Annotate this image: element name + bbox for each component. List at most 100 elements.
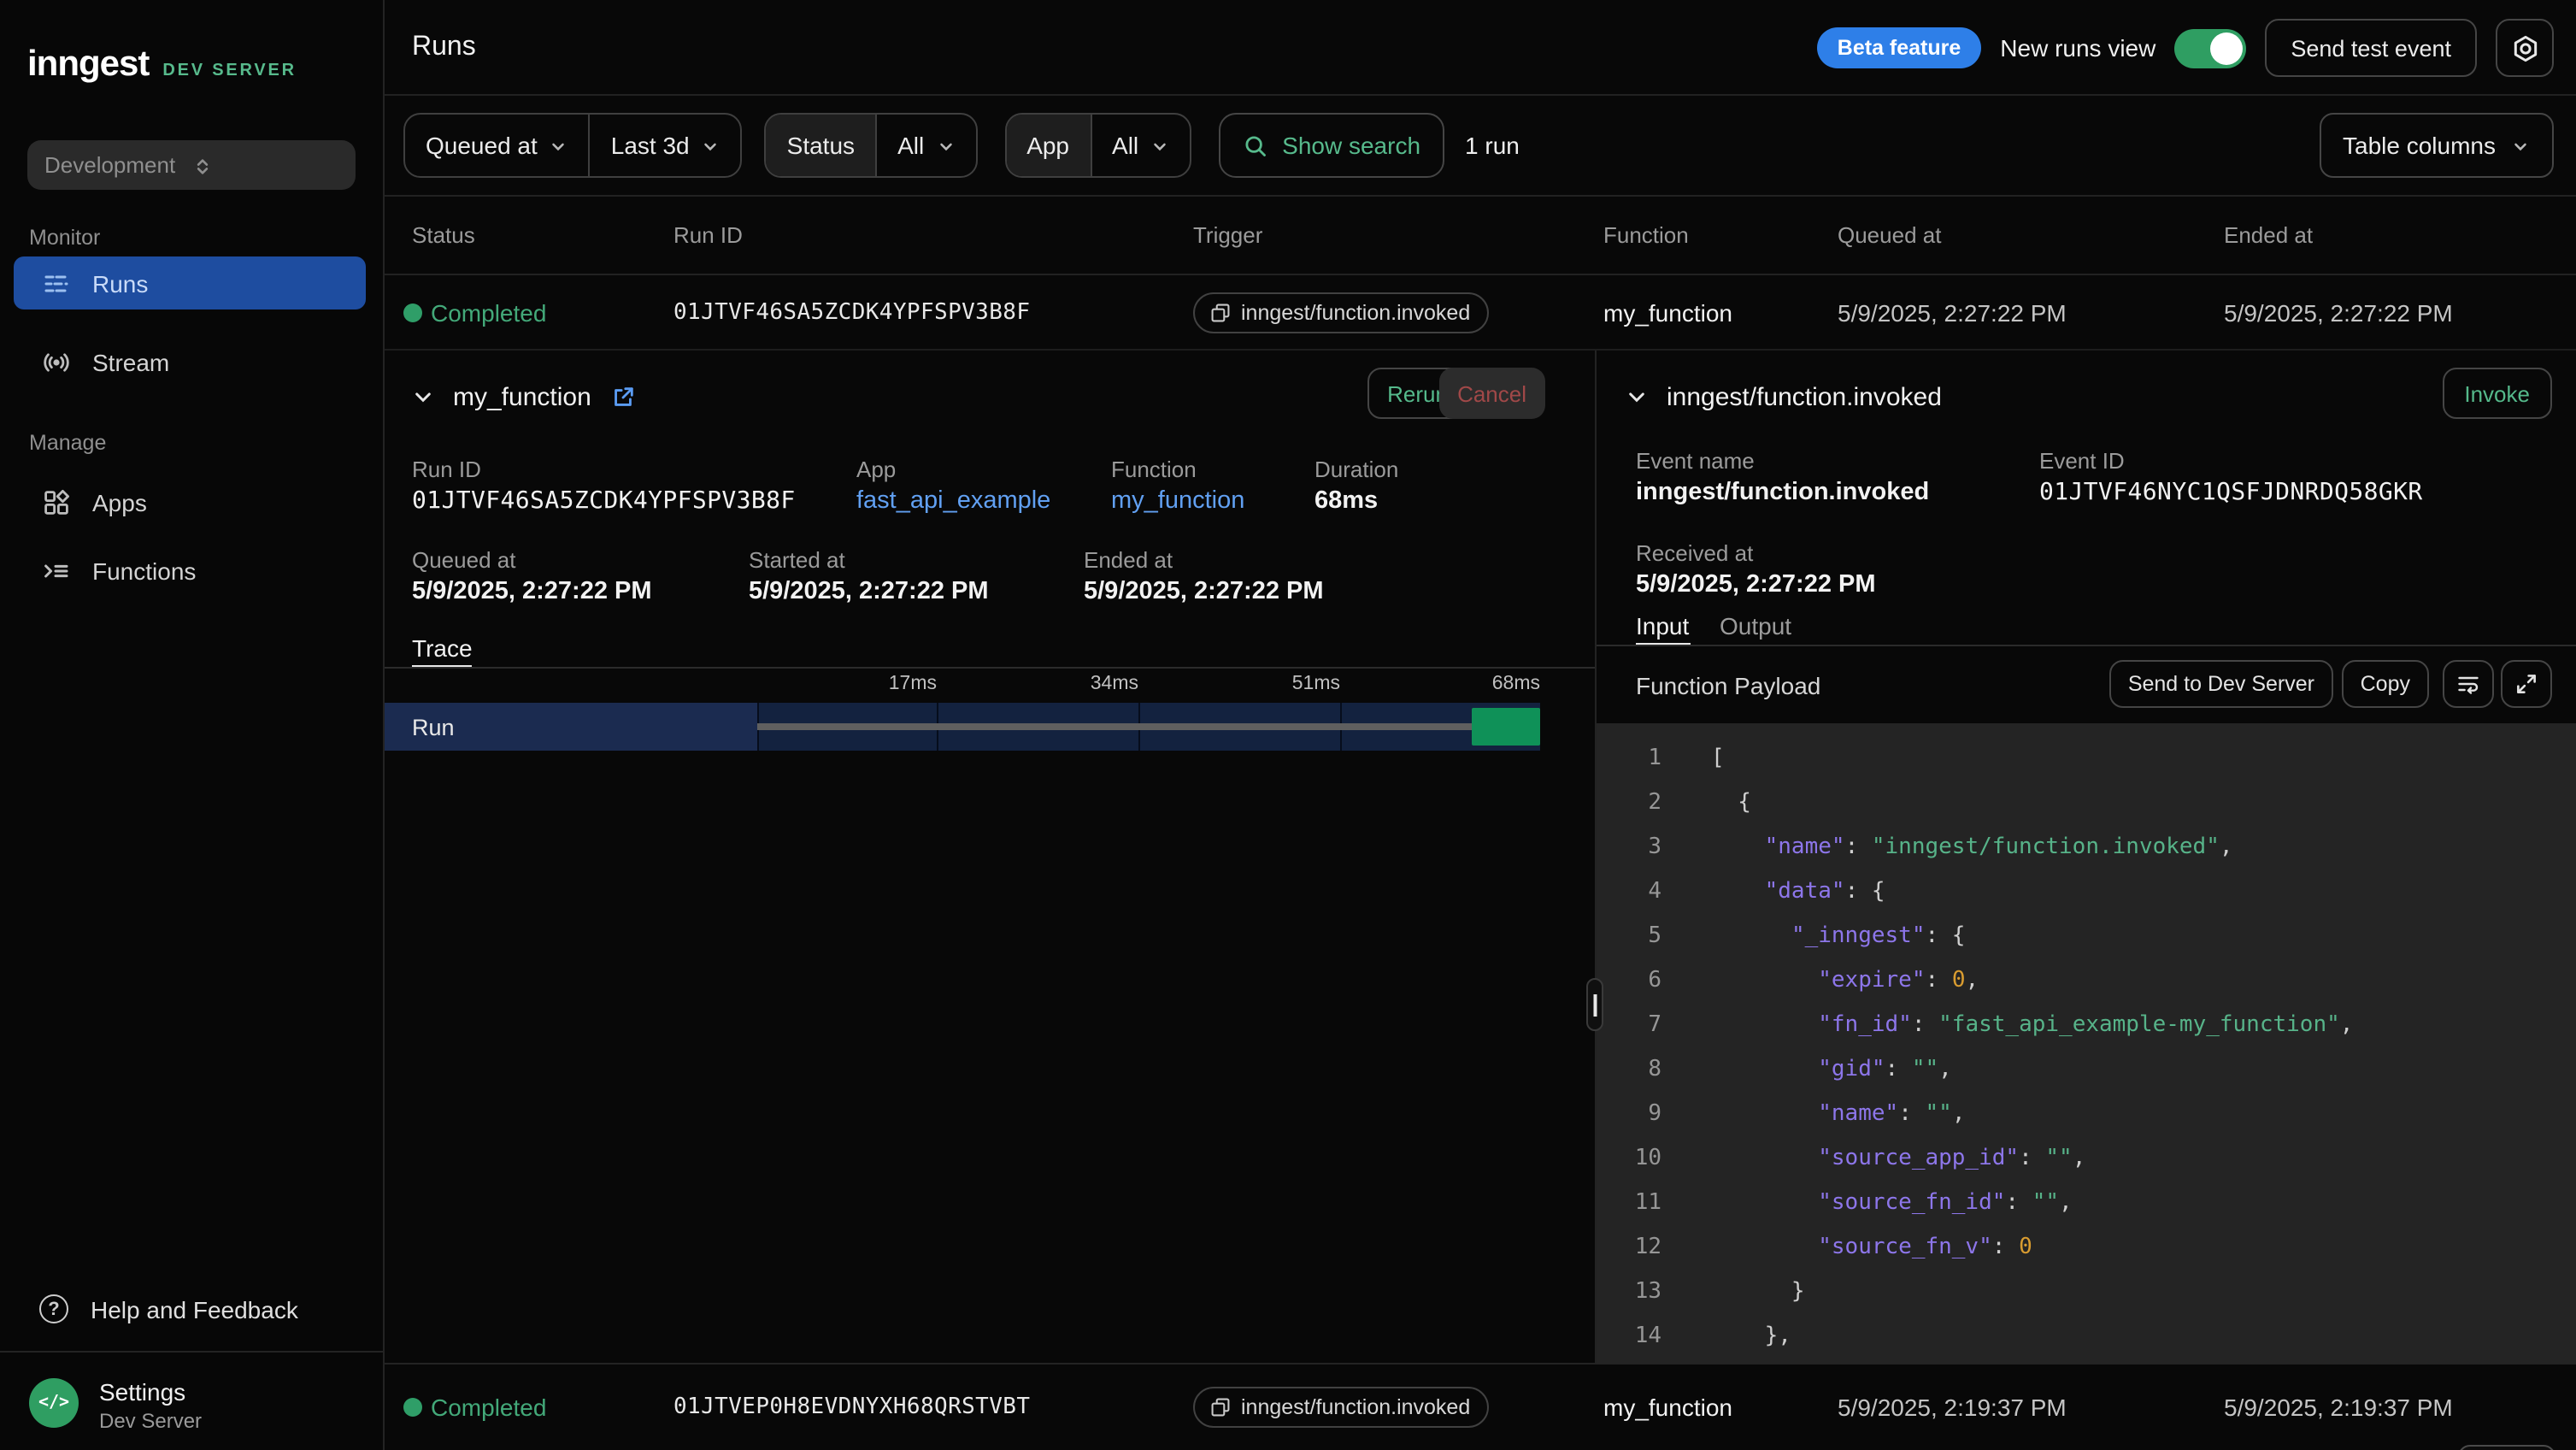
settings-subtitle: Dev Server	[99, 1409, 202, 1433]
column-header-function: Function	[1603, 222, 1689, 248]
monitor-section-label: Monitor	[29, 226, 100, 250]
table-row[interactable]: Completed 01JTVF46SA5ZCDK4YPFSPV3B8F inn…	[385, 275, 2576, 351]
manage-section-label: Manage	[29, 431, 106, 455]
table-columns-button[interactable]: Table columns	[2319, 113, 2554, 178]
function-label: Function	[1111, 457, 1197, 482]
collapse-chevron-icon[interactable]	[1626, 386, 1648, 409]
inngest-dev-server-app: inngest DEV SERVER Development Monitor R…	[0, 0, 2576, 1450]
sidebar-item-functions[interactable]: Functions	[14, 544, 366, 597]
trace-tabbar-divider	[385, 667, 1595, 669]
stream-icon	[43, 348, 70, 375]
received-at-label: Received at	[1636, 540, 1753, 566]
search-icon	[1243, 133, 1268, 158]
updown-chevron-icon	[191, 156, 338, 174]
logo: inngest DEV SERVER	[27, 44, 297, 85]
duration-label: Duration	[1314, 457, 1398, 482]
send-to-dev-server-button[interactable]: Send to Dev Server	[2109, 660, 2333, 708]
trace-wait-line	[757, 723, 1475, 730]
word-wrap-button[interactable]	[2443, 660, 2494, 708]
queued-at-cell: 5/9/2025, 2:27:22 PM	[1838, 298, 2067, 326]
send-test-event-button[interactable]: Send test event	[2265, 19, 2477, 77]
tab-input[interactable]: Input	[1636, 612, 1689, 640]
trace-tick: 51ms	[1234, 674, 1340, 694]
new-runs-view-label: New runs view	[2000, 34, 2155, 62]
column-header-trigger: Trigger	[1193, 222, 1262, 248]
invoke-button[interactable]: Invoke	[2442, 368, 2552, 419]
partial-button[interactable]	[2458, 1445, 2555, 1450]
cancel-button[interactable]: Cancel	[1438, 368, 1545, 419]
top-bar: Runs Beta feature New runs view Send tes…	[385, 0, 2576, 96]
ended-at-label: Ended at	[1084, 547, 1173, 573]
code-line: 13 }	[1597, 1270, 2576, 1315]
trace-run-label-cell: Run	[385, 703, 757, 751]
run-details-panel: my_function Rerun Cancel Run ID 01JTVF46…	[385, 351, 1595, 1363]
event-details-panel: inngest/function.invoked Invoke Event na…	[1597, 351, 2576, 1363]
trace-span-cell	[757, 703, 1540, 751]
event-type-icon	[1210, 1397, 1231, 1418]
queued-at-value: 5/9/2025, 2:27:22 PM	[412, 578, 652, 605]
word-wrap-icon	[2456, 672, 2480, 696]
status-filter-group: Status All	[765, 113, 978, 178]
environment-selector-value: Development	[44, 152, 191, 178]
run-id-cell: 01JTVF46SA5ZCDK4YPFSPV3B8F	[673, 299, 1030, 325]
gear-icon	[2510, 33, 2539, 62]
column-header-ended-at: Ended at	[2224, 222, 2313, 248]
beta-feature-badge: Beta feature	[1817, 27, 1982, 68]
apps-icon	[43, 488, 70, 516]
copy-button[interactable]: Copy	[2342, 660, 2429, 708]
trigger-pill: inngest/function.invoked	[1193, 1387, 1489, 1428]
filter-bar: Queued at Last 3d Status All App	[385, 96, 2576, 197]
chevron-down-icon	[936, 136, 955, 155]
event-name-value: inngest/function.invoked	[1636, 479, 1929, 506]
ended-at-value: 5/9/2025, 2:27:22 PM	[1084, 578, 1324, 605]
function-cell: my_function	[1603, 298, 1732, 326]
function-link[interactable]: my_function	[1111, 487, 1244, 515]
settings-gear-button[interactable]	[2496, 19, 2554, 77]
settings-entry[interactable]: </> Settings Dev Server	[29, 1378, 202, 1433]
tab-trace[interactable]: Trace	[412, 634, 473, 662]
app-filter-value[interactable]: All	[1090, 115, 1190, 176]
environment-selector[interactable]: Development	[27, 140, 356, 190]
started-at-value: 5/9/2025, 2:27:22 PM	[749, 578, 989, 605]
started-at-label: Started at	[749, 547, 845, 573]
app-filter-group: App All	[1004, 113, 1191, 178]
help-and-feedback[interactable]: ? Help and Feedback	[14, 1286, 366, 1332]
chevron-down-icon	[702, 136, 720, 155]
functions-icon	[43, 557, 70, 584]
table-row[interactable]: Completed 01JTVEP0H8EVDNYXH68QRSTVBT inn…	[385, 1363, 2576, 1450]
time-filter-group: Queued at Last 3d	[403, 113, 743, 178]
expand-button[interactable]	[2501, 660, 2552, 708]
runs-table-header: Status Run ID Trigger Function Queued at…	[385, 197, 2576, 275]
sidebar-item-stream[interactable]: Stream	[14, 335, 366, 388]
help-icon: ?	[39, 1294, 68, 1323]
sidebar-item-apps[interactable]: Apps	[14, 475, 366, 528]
function-cell: my_function	[1603, 1394, 1732, 1421]
time-range-filter[interactable]: Last 3d	[589, 115, 741, 176]
app-link[interactable]: fast_api_example	[856, 487, 1050, 515]
pane-resize-handle[interactable]	[1586, 978, 1603, 1031]
trace-run-row[interactable]: Run	[385, 703, 1540, 751]
tab-output[interactable]: Output	[1720, 612, 1791, 640]
sidebar: inngest DEV SERVER Development Monitor R…	[0, 0, 385, 1450]
sidebar-divider	[0, 1351, 385, 1353]
collapse-chevron-icon[interactable]	[412, 386, 434, 409]
expand-icon	[2514, 672, 2538, 696]
column-header-run-id: Run ID	[673, 222, 743, 248]
payload-code: 1[2 {3 "name": "inngest/function.invoked…	[1597, 723, 2576, 1363]
run-count: 1 run	[1465, 132, 1520, 159]
chevron-down-icon	[550, 136, 568, 155]
sidebar-item-label: Apps	[92, 488, 147, 516]
sidebar-item-runs[interactable]: Runs	[14, 256, 366, 309]
code-line: 6 "expire": 0,	[1597, 959, 2576, 1004]
run-id-cell: 01JTVEP0H8EVDNYXH68QRSTVBT	[673, 1394, 1030, 1420]
run-id-value: 01JTVF46SA5ZCDK4YPFSPV3B8F	[412, 487, 796, 515]
status-filter-value[interactable]: All	[875, 115, 975, 176]
new-runs-view-toggle[interactable]	[2174, 28, 2246, 68]
sidebar-item-label: Stream	[92, 348, 169, 375]
queued-at-filter[interactable]: Queued at	[405, 115, 589, 176]
event-type-icon	[1210, 302, 1231, 322]
run-id-label: Run ID	[412, 457, 481, 482]
external-link-icon[interactable]	[610, 385, 636, 410]
code-line: 2 {	[1597, 781, 2576, 826]
show-search-button[interactable]: Show search	[1219, 113, 1444, 178]
